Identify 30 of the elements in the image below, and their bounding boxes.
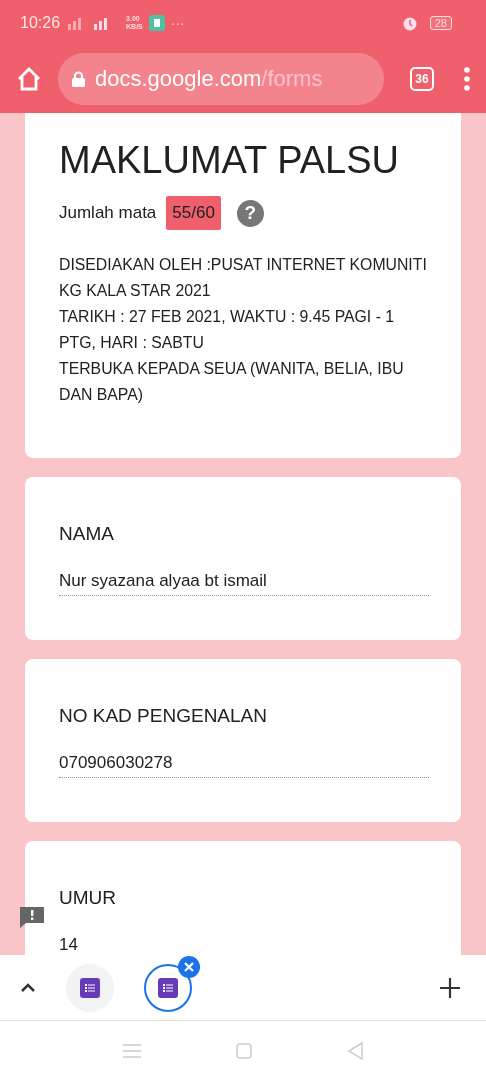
clock-time: 10:26 xyxy=(20,13,61,32)
browser-tab[interactable] xyxy=(66,963,114,1012)
menu-icon[interactable] xyxy=(464,67,470,91)
chevron-up-icon[interactable] xyxy=(20,982,36,993)
browser-tab[interactable] xyxy=(144,963,192,1012)
answer-text: Nur syazana alyaa bt ismail xyxy=(59,571,429,596)
form-title: MAKLUMAT PALSU xyxy=(59,139,400,182)
forms-icon xyxy=(158,977,178,998)
battery-level: 28 xyxy=(429,15,452,30)
home-icon[interactable] xyxy=(16,66,42,92)
address-bar[interactable]: docs.google.com/forms xyxy=(58,53,384,105)
app-notification-icon xyxy=(148,14,165,31)
close-icon[interactable] xyxy=(178,955,200,978)
add-tab-icon[interactable] xyxy=(440,977,460,998)
question-label: UMUR xyxy=(59,887,117,909)
forms-icon xyxy=(80,977,100,998)
question-label: NO KAD PENGENALAN xyxy=(59,705,268,727)
form-description: TERBUKA KEPADA SEUA (WANITA, BELIA, IBU DAN BAPA) xyxy=(59,359,405,405)
lock-icon xyxy=(72,71,85,87)
form-description: DISEDIAKAN OLEH :PUSAT INTERNET KOMUNITI KG KALA STAR 2021 xyxy=(59,255,427,301)
url-text: docs.google.com/forms xyxy=(95,66,323,92)
tab-count-button[interactable]: 36 xyxy=(410,67,434,91)
form-description: TARIKH : 27 FEB 2021, WAKTU : 9.45 PAGI - 1 PTG, HARI : SABTU xyxy=(59,307,396,353)
help-icon[interactable]: ? xyxy=(236,199,264,227)
answer-text: 070906030278 xyxy=(59,753,429,778)
report-icon[interactable] xyxy=(18,905,46,929)
question-label: NAMA xyxy=(59,523,115,545)
more-notifications: ··· xyxy=(170,14,185,31)
score-label: Jumlah mata xyxy=(59,203,157,223)
score-value: 55/60 xyxy=(166,196,221,230)
